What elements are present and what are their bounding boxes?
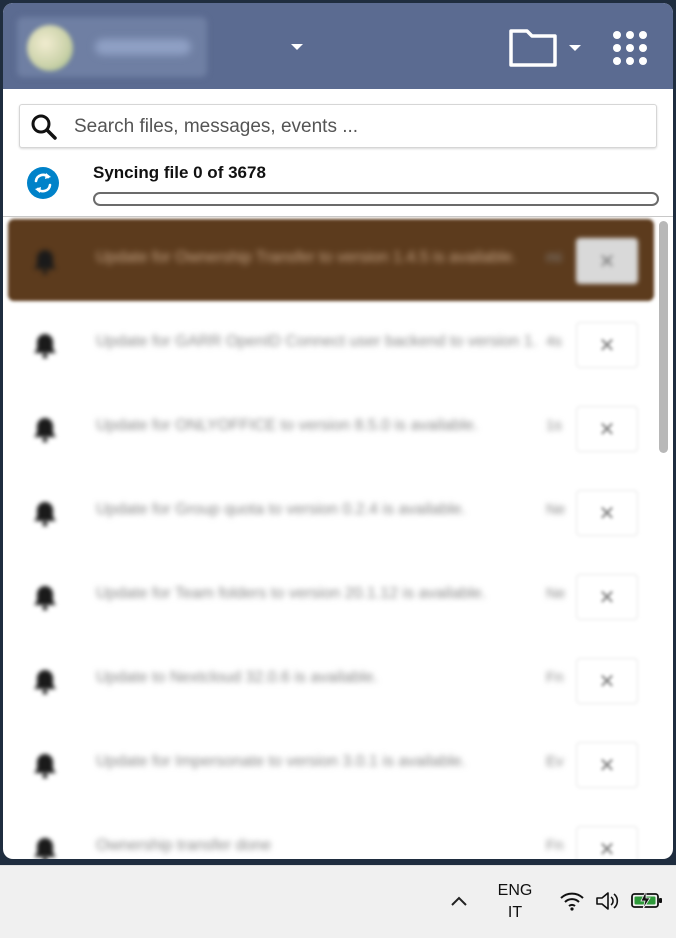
bell-icon: [34, 838, 56, 859]
wifi-icon[interactable]: [559, 890, 585, 912]
bell-icon: [34, 334, 56, 359]
activity-text: Update to Nextcloud 32.0.6 is available.: [96, 669, 378, 686]
close-icon: ✕: [598, 501, 616, 525]
activity-text: Update for ONLYOFFICE to version 8.5.0 i…: [96, 417, 479, 434]
activity-time: Ne: [546, 585, 566, 602]
dismiss-button[interactable]: ✕: [576, 574, 638, 620]
close-icon: ✕: [598, 333, 616, 357]
activity-text: Update for Ownership Transfer to version…: [96, 249, 517, 266]
close-icon: ✕: [598, 669, 616, 693]
dismiss-button[interactable]: ✕: [576, 238, 638, 284]
scrollbar[interactable]: [659, 221, 668, 453]
activity-text: Update for GARR OpenID Connect user back…: [96, 333, 536, 350]
bell-icon: [34, 502, 56, 527]
activity-item[interactable]: Ownership transfer done Fn ✕: [8, 807, 654, 859]
activity-item[interactable]: Update for Group quota to version 0.2.4 …: [8, 471, 654, 553]
bell-icon: [34, 754, 56, 779]
volume-icon[interactable]: [594, 890, 622, 912]
dismiss-button[interactable]: ✕: [576, 322, 638, 368]
bell-icon: [34, 670, 56, 695]
activity-text: Update for Team folders to version 20.1.…: [96, 585, 487, 602]
search-bar: [19, 104, 657, 149]
dismiss-button[interactable]: ✕: [576, 742, 638, 788]
avatar[interactable]: [27, 25, 73, 71]
activity-time: Fn: [546, 837, 564, 854]
sync-icon: [27, 167, 59, 199]
lang-secondary: IT: [507, 904, 523, 921]
activity-item[interactable]: Update for ONLYOFFICE to version 8.5.0 i…: [8, 387, 654, 469]
activity-time: Fn: [546, 669, 564, 686]
chevron-up-icon[interactable]: [446, 892, 472, 910]
close-icon: ✕: [598, 249, 616, 273]
taskbar: ENG IT: [0, 865, 676, 938]
activity-time: 1s: [546, 417, 562, 434]
caret-down-icon[interactable]: [287, 37, 307, 57]
dismiss-button[interactable]: ✕: [576, 658, 638, 704]
activity-text: Ownership transfer done: [96, 837, 272, 854]
tray-window: Syncing file 0 of 3678 Update for Owners…: [3, 3, 673, 859]
close-icon: ✕: [598, 417, 616, 441]
battery-icon[interactable]: [630, 888, 664, 912]
activity-text: Update for Impersonate to version 3.0.1 …: [96, 753, 466, 770]
close-icon: ✕: [598, 753, 616, 777]
activity-text: Update for Group quota to version 0.2.4 …: [96, 501, 466, 518]
apps-grid-icon[interactable]: [607, 25, 653, 71]
activity-item[interactable]: Update for GARR OpenID Connect user back…: [8, 303, 654, 385]
dismiss-button[interactable]: ✕: [576, 406, 638, 452]
activity-time: mi: [546, 249, 562, 266]
search-icon: [31, 114, 57, 140]
sync-progress-bar: [93, 192, 659, 206]
activity-item[interactable]: Update for Team folders to version 20.1.…: [8, 555, 654, 637]
activity-time: Ne: [546, 501, 566, 518]
dismiss-button[interactable]: ✕: [576, 490, 638, 536]
close-icon: ✕: [598, 585, 616, 609]
activity-item[interactable]: Update for Impersonate to version 3.0.1 …: [8, 723, 654, 805]
bell-icon: [34, 586, 56, 611]
folder-icon[interactable]: [507, 25, 587, 69]
activity-item[interactable]: Update to Nextcloud 32.0.6 is available.…: [8, 639, 654, 721]
dismiss-button[interactable]: ✕: [576, 826, 638, 859]
activity-list: Update for Ownership Transfer to version…: [3, 217, 673, 859]
search-input[interactable]: [72, 105, 636, 149]
sync-status: Syncing file 0 of 3678: [93, 163, 266, 182]
header-bar: [3, 3, 673, 89]
lang-primary: ENG: [497, 882, 533, 899]
activity-time: 4s: [546, 333, 562, 350]
bell-icon: [34, 418, 56, 443]
account-name[interactable]: [95, 39, 191, 55]
close-icon: ✕: [598, 837, 616, 859]
language-indicator[interactable]: ENG IT: [490, 880, 540, 924]
activity-item[interactable]: Update for Ownership Transfer to version…: [8, 219, 654, 301]
bell-icon: [34, 250, 56, 275]
activity-time: Ev: [546, 753, 564, 770]
